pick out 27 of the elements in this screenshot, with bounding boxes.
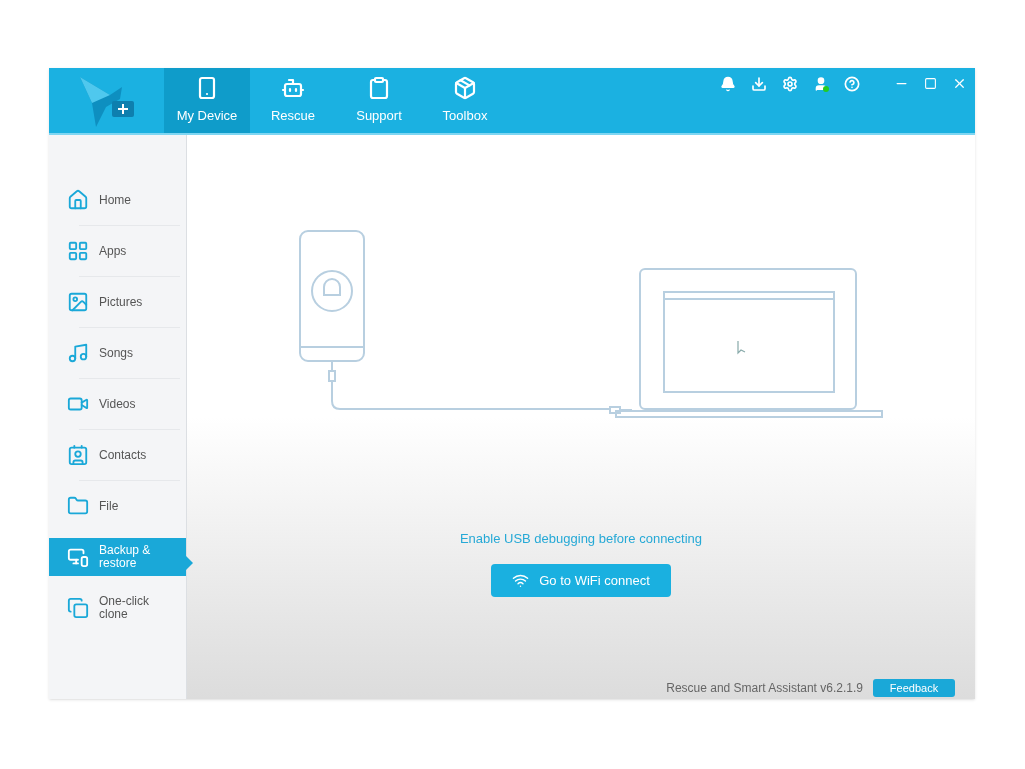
picture-icon	[67, 291, 89, 313]
sidebar-item[interactable]: Pictures	[49, 283, 186, 321]
contact-card-icon	[67, 444, 89, 466]
music-note-icon	[67, 342, 89, 364]
sidebar-item[interactable]: Home	[49, 181, 186, 219]
download-icon[interactable]	[751, 76, 767, 92]
settings-icon[interactable]	[782, 76, 798, 92]
close-icon[interactable]	[952, 76, 967, 91]
home-icon	[67, 189, 89, 211]
sidebar-item[interactable]: File	[49, 487, 186, 525]
clipboard-icon	[367, 75, 391, 100]
folder-icon	[67, 495, 89, 517]
user-icon[interactable]	[813, 76, 829, 92]
box-icon	[453, 75, 477, 100]
usb-debugging-hint: Enable USB debugging before connecting	[459, 529, 703, 548]
monitor-phone-icon	[67, 546, 89, 568]
sidebar-item[interactable]: Songs	[49, 334, 186, 372]
sidebar-item[interactable]: Contacts	[49, 436, 186, 474]
sidebar-item[interactable]: Videos	[49, 385, 186, 423]
version-text: Rescue and Smart Assistant v6.2.1.9	[666, 680, 863, 697]
grid-icon	[67, 240, 89, 262]
help-icon[interactable]	[844, 76, 860, 92]
bell-icon[interactable]	[720, 76, 736, 92]
maximize-icon[interactable]	[924, 77, 937, 90]
wifi-icon	[512, 572, 530, 589]
sidebar-item[interactable]: Apps	[49, 232, 186, 270]
sidebar-item[interactable]: One-click clone	[49, 589, 186, 627]
